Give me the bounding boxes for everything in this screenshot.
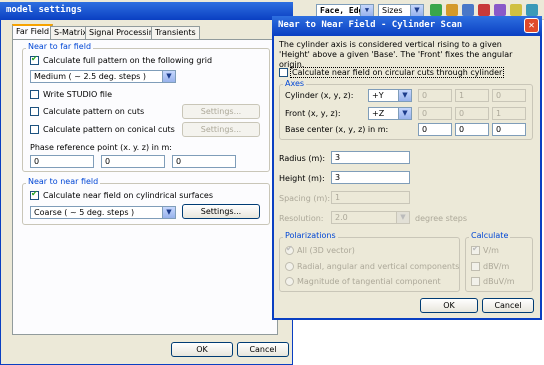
calc-cylindrical-label: Calculate near field on cylindrical surf… <box>43 191 213 200</box>
phase-x-input[interactable]: 0 <box>30 155 94 168</box>
near-settings-button[interactable]: Settings... <box>182 204 260 219</box>
model-ok-button[interactable]: OK <box>171 342 233 357</box>
axes-label: Axes <box>283 79 307 88</box>
near-to-near-label: Near to near field <box>26 177 101 186</box>
resolution-label: Resolution: <box>279 214 324 223</box>
write-studio-label: Write STUDIO file <box>43 90 113 99</box>
tab-far-field[interactable]: Far Field <box>12 24 54 39</box>
calc-dbuv-label: dBuV/m <box>483 277 515 286</box>
pol-radial-checkbox[interactable] <box>285 262 294 271</box>
cylinder-description: The cylinder axis is considered vertical… <box>279 40 513 69</box>
calc-on-conical-cuts-label: Calculate pattern on conical cuts <box>43 125 175 134</box>
front-z-input[interactable]: 1 <box>492 107 526 120</box>
calc-on-conical-cuts-checkbox[interactable] <box>30 125 39 134</box>
cylinder-axis-label: Cylinder (x, y, z): <box>285 91 354 100</box>
phase-ref-label: Phase reference point (x. y. z) in m: <box>30 143 172 152</box>
cylinder-z-input[interactable]: 0 <box>492 89 526 102</box>
pol-magnitude-checkbox[interactable] <box>285 277 294 286</box>
cylinder-y-input[interactable]: 1 <box>455 89 489 102</box>
phase-y-input[interactable]: 0 <box>101 155 165 168</box>
cylinder-x-input[interactable]: 0 <box>418 89 452 102</box>
near-to-far-label: Near to far field <box>26 42 94 51</box>
height-label: Height (m): <box>279 174 325 183</box>
spacing-input[interactable]: 1 <box>331 191 410 204</box>
pol-radial-label: Radial, angular and vertical components <box>297 262 460 271</box>
pol-magnitude-label: Magnitude of tangential component <box>297 277 441 286</box>
resolution-select[interactable]: 2.0 ▼ <box>331 211 410 224</box>
calc-circular-cuts-checkbox[interactable] <box>279 68 288 77</box>
model-settings-titlebar[interactable]: model settings <box>0 2 293 20</box>
base-y-input[interactable]: 0 <box>455 123 489 136</box>
front-axis-select[interactable]: +Z ▼ <box>368 107 412 120</box>
tool-icon-7[interactable] <box>526 4 538 16</box>
calc-cylindrical-checkbox[interactable] <box>30 189 39 200</box>
calc-full-pattern-checkbox[interactable] <box>30 54 39 65</box>
phase-z-input[interactable]: 0 <box>172 155 236 168</box>
calc-dbv-label: dBV/m <box>483 262 510 271</box>
tool-icon-5[interactable] <box>494 4 506 16</box>
front-axis-label: Front (x, y, z): <box>285 109 341 118</box>
cylinder-close-icon[interactable]: ✕ <box>524 18 539 33</box>
tool-icon-4[interactable] <box>478 4 490 16</box>
tool-icon-3[interactable] <box>462 4 474 16</box>
cylinder-cancel-button[interactable]: Cancel <box>482 298 534 313</box>
step-select[interactable]: Coarse ( ~ 5 deg. steps ) ▼ <box>30 206 176 219</box>
tool-icon-6[interactable] <box>510 4 522 16</box>
grid-select[interactable]: Medium ( ~ 2.5 deg. steps ) ▼ <box>30 70 176 83</box>
calc-vm-checkbox[interactable] <box>471 244 480 255</box>
tool-icon-1[interactable] <box>430 4 442 16</box>
calculate-label: Calculate <box>469 231 511 240</box>
calc-vm-label: V/m <box>483 246 499 255</box>
radius-input[interactable]: 3 <box>331 151 410 164</box>
tool-icon-2[interactable] <box>446 4 458 16</box>
calc-on-cuts-checkbox[interactable] <box>30 107 39 116</box>
model-cancel-button[interactable]: Cancel <box>237 342 289 357</box>
radius-label: Radius (m): <box>279 154 326 163</box>
conical-settings-button[interactable]: Settings... <box>182 122 260 137</box>
base-z-input[interactable]: 0 <box>492 123 526 136</box>
cylinder-axis-select[interactable]: +Y ▼ <box>368 89 412 102</box>
spacing-label: Spacing (m): <box>279 194 331 203</box>
write-studio-checkbox[interactable] <box>30 90 39 99</box>
height-input[interactable]: 3 <box>331 171 410 184</box>
calc-dbuv-checkbox[interactable] <box>471 277 480 286</box>
front-y-input[interactable]: 0 <box>455 107 489 120</box>
calc-full-pattern-label: Calculate full pattern on the following … <box>43 56 213 65</box>
front-x-input[interactable]: 0 <box>418 107 452 120</box>
base-center-label: Base center (x, y, z) in m: <box>285 125 389 134</box>
calc-on-cuts-label: Calculate pattern on cuts <box>43 107 145 116</box>
model-settings-title: model settings <box>6 5 82 15</box>
calc-dbv-checkbox[interactable] <box>471 262 480 271</box>
resolution-unit: degree steps <box>415 214 468 223</box>
pol-all-label: All (3D vector) <box>297 246 355 255</box>
cylinder-scan-titlebar[interactable]: Near to Near Field - Cylinder Scan ✕ <box>272 16 542 36</box>
cylinder-scan-title: Near to Near Field - Cylinder Scan <box>278 20 463 30</box>
tab-transients[interactable]: Transients <box>151 26 200 39</box>
pol-all-checkbox[interactable] <box>285 244 294 255</box>
cylinder-ok-button[interactable]: OK <box>420 298 478 313</box>
calc-circular-cuts-label: Calculate near field on circular cuts th… <box>290 67 505 78</box>
polarizations-label: Polarizations <box>283 231 338 240</box>
cuts-settings-button[interactable]: Settings... <box>182 104 260 119</box>
base-x-input[interactable]: 0 <box>418 123 452 136</box>
